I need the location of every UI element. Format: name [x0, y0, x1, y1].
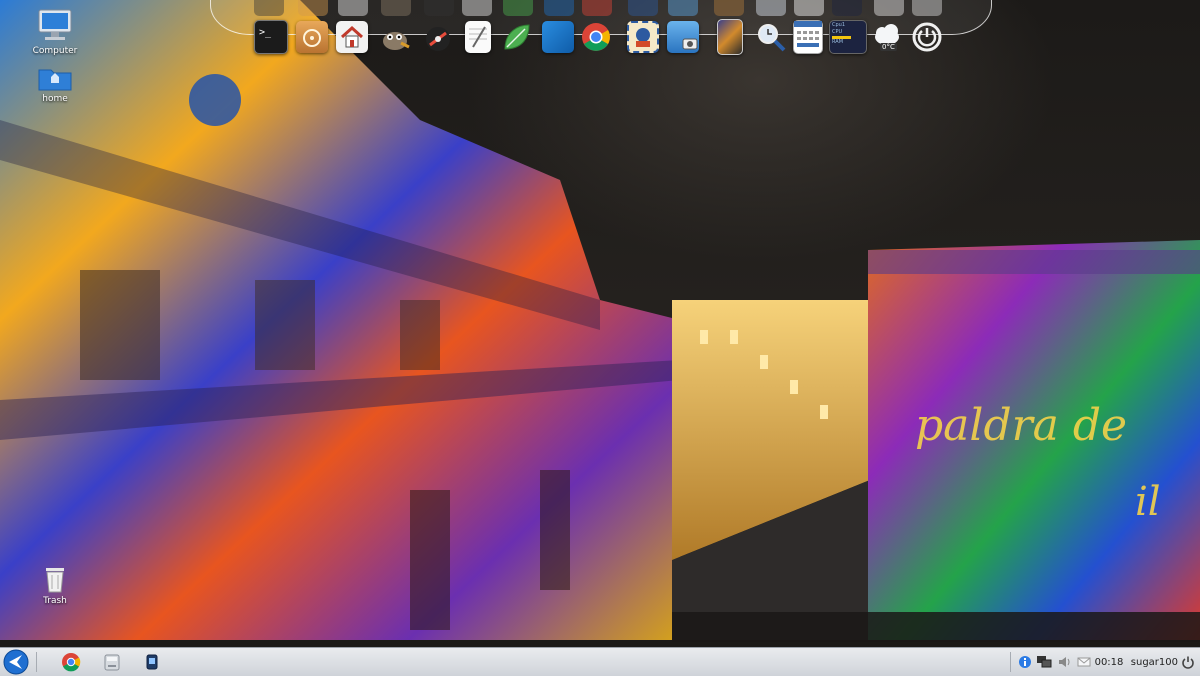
dock-item-gimp[interactable] [377, 19, 413, 55]
text-editor-icon [465, 21, 491, 53]
leaf-icon [501, 21, 533, 53]
dock-item-system-settings[interactable] [420, 19, 456, 55]
trash-icon [43, 566, 67, 594]
mail-icon [1077, 657, 1091, 667]
photo-icon [717, 19, 743, 55]
dock-item-calendar[interactable] [790, 19, 826, 55]
power-icon [1182, 656, 1194, 669]
dock-item-screenshot[interactable] [665, 19, 701, 55]
dock-item-system-monitor[interactable]: Cpu1 CPU RAM [828, 19, 868, 55]
terminal-glyph: >_ [259, 27, 272, 38]
start-menu-button[interactable] [1, 648, 31, 676]
dock-item-package-manager[interactable] [294, 19, 330, 55]
start-menu-icon [3, 649, 29, 675]
dock-item-home[interactable] [334, 19, 370, 55]
taskbar: 00:18 sugar100 [0, 647, 1200, 676]
gimp-icon [379, 21, 411, 53]
dock-item-power[interactable] [909, 19, 945, 55]
weather-temperature: 0°C [880, 43, 897, 51]
screenshot-icon [667, 21, 699, 53]
settings-icon [422, 21, 454, 53]
desktop-icon-label: Computer [32, 46, 78, 56]
dock-item-text-editor[interactable] [460, 19, 496, 55]
dock-item-notes[interactable] [499, 19, 535, 55]
chrome-icon [62, 653, 81, 672]
computer-icon [35, 8, 75, 44]
dock-item-weather[interactable]: 0°C [869, 19, 905, 55]
document-icon [542, 21, 574, 53]
taskbar-separator [1010, 652, 1011, 672]
app-icon [146, 654, 158, 670]
search-icon [755, 21, 787, 53]
chrome-icon [580, 21, 612, 53]
drive-icon [104, 654, 120, 671]
desktop-wallpaper: paldra de il [0, 0, 1200, 675]
weather-icon: 0°C [871, 21, 903, 53]
terminal-icon: >_ [254, 20, 288, 54]
monitor-label-cpu1: Cpu1 [832, 22, 846, 28]
desktop-icon-home[interactable]: home [25, 64, 85, 104]
tray-mail[interactable] [1076, 653, 1092, 671]
tray-clock[interactable]: 00:18 [1094, 653, 1124, 671]
power-icon [911, 21, 943, 53]
user-icon [1128, 657, 1129, 667]
taskbar-separator [36, 652, 37, 672]
home-icon [336, 21, 368, 53]
taskbar-launcher-chrome[interactable] [58, 650, 84, 674]
dock-item-chrome[interactable] [578, 19, 614, 55]
wallpaper-art: paldra de il [0, 0, 1200, 642]
monitor-icon: Cpu1 CPU RAM [829, 20, 867, 54]
tray-network[interactable] [1036, 653, 1052, 671]
desktop-icon-label: home [42, 94, 68, 104]
calendar-icon [793, 20, 823, 54]
svg-text:il: il [1135, 479, 1161, 525]
info-icon [1019, 656, 1031, 668]
dock-item-mail-stamp[interactable] [625, 19, 661, 55]
dock-item-search[interactable] [753, 19, 789, 55]
tray-power[interactable] [1180, 653, 1196, 671]
desktop-icon-trash[interactable]: Trash [25, 566, 85, 606]
dock-item-document[interactable] [540, 19, 576, 55]
taskbar-launcher-files[interactable] [99, 650, 125, 674]
dock-item-terminal[interactable]: >_ [253, 19, 289, 55]
network-icon [1037, 656, 1052, 668]
home-folder-icon [37, 64, 73, 92]
tray-user-label: sugar100 [1130, 656, 1178, 668]
svg-text:paldra de: paldra de [915, 400, 1127, 451]
tray-volume[interactable] [1056, 653, 1072, 671]
monitor-label-ram: RAM [832, 39, 844, 45]
desktop-icon-label: Trash [43, 596, 67, 606]
monitor-label-cpu: CPU [832, 29, 843, 35]
dock-reflections [250, 0, 950, 18]
mail-stamp-icon [627, 21, 659, 53]
taskbar-launcher-app[interactable] [139, 650, 165, 674]
tray-user[interactable]: sugar100 [1128, 653, 1178, 671]
dock-item-photo-viewer[interactable] [712, 19, 748, 55]
tray-info[interactable] [1017, 653, 1033, 671]
package-icon [296, 21, 328, 53]
desktop-icon-computer[interactable]: Computer [25, 8, 85, 56]
volume-icon [1059, 657, 1070, 667]
